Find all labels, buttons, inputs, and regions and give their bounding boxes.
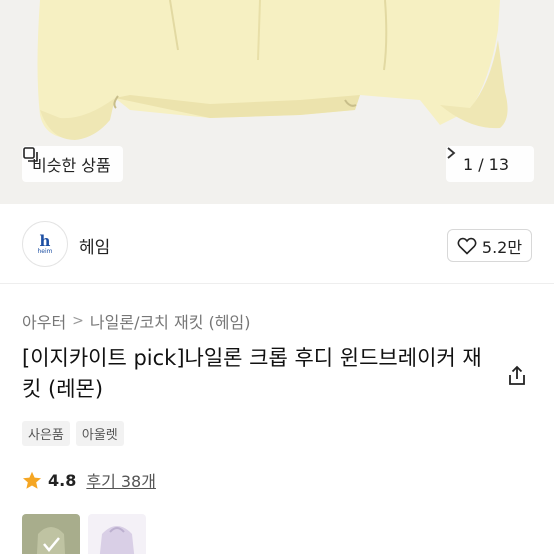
rating-score: 4.8 <box>48 470 77 490</box>
product-image[interactable]: 비슷한 상품 1 / 13 <box>0 0 554 204</box>
thumbnail-selected[interactable] <box>22 514 80 554</box>
brand-logo-sub: heim <box>37 247 53 255</box>
share-icon[interactable] <box>505 364 529 388</box>
like-button[interactable]: 5.2만 <box>447 229 532 262</box>
image-counter[interactable]: 1 / 13 <box>446 146 534 182</box>
breadcrumb-item-category[interactable]: 아우터 <box>22 309 66 333</box>
breadcrumb: 아우터 > 나일론/코치 재킷 (헤임) <box>22 309 250 333</box>
tag-outlet: 아울렛 <box>75 421 124 446</box>
similar-products-button[interactable]: 비슷한 상품 <box>22 146 123 182</box>
similar-products-label: 비슷한 상품 <box>32 156 111 175</box>
star-icon <box>23 471 41 489</box>
reviews-link[interactable]: 후기 38개 <box>86 468 156 492</box>
heart-icon <box>457 237 477 255</box>
brand-logo-mark: h <box>39 231 51 250</box>
product-tags: 사은품 아울렛 <box>22 421 124 446</box>
product-title: [이지카이트 pick]나일론 크롭 후디 윈드브레이커 재킷 (레몬) <box>22 346 482 401</box>
brand-row: h heim 헤임 5.2만 <box>0 204 554 284</box>
thumbnail-option[interactable] <box>88 514 146 554</box>
like-count: 5.2만 <box>481 237 523 257</box>
image-counter-text: 1 / 13 <box>462 154 510 174</box>
brand-name[interactable]: 헤임 <box>79 233 110 258</box>
breadcrumb-item-subcategory[interactable]: 나일론/코치 재킷 (헤임) <box>90 309 251 333</box>
duplicate-icon <box>23 147 38 162</box>
breadcrumb-separator: > <box>72 313 84 329</box>
rating-row: 4.8 후기 38개 <box>22 468 156 492</box>
brand-logo[interactable]: h heim <box>22 221 68 267</box>
color-thumbnails <box>22 514 146 554</box>
tag-gift: 사은품 <box>22 421 70 446</box>
